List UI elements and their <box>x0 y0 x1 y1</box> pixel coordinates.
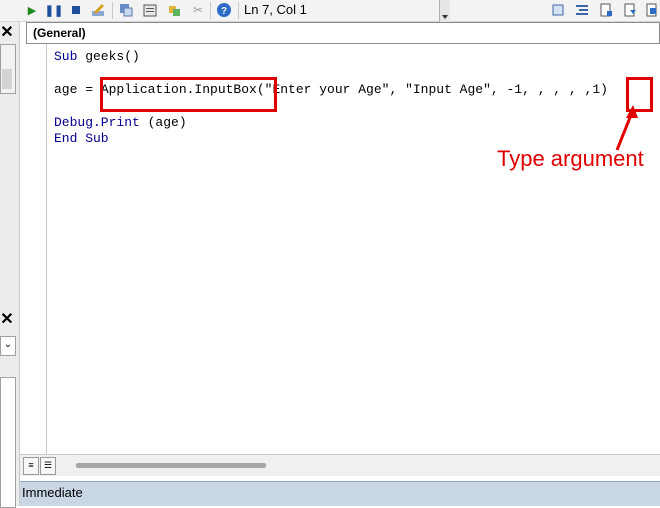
chevron-down-icon[interactable]: ⌄ <box>0 336 16 356</box>
toggle-bookmark-icon[interactable] <box>598 2 614 18</box>
cursor-position-status: Ln 7, Col 1 <box>244 2 307 17</box>
annotation-label: Type argument <box>497 146 644 171</box>
immediate-window-title: Immediate <box>22 485 83 500</box>
clear-bookmarks-icon[interactable] <box>644 2 660 18</box>
procedure-dropdown-value: (General) <box>33 26 86 40</box>
properties-list[interactable] <box>0 377 16 508</box>
close-icon[interactable]: ✕ <box>0 25 14 41</box>
code-line-debug-print: Debug.Print (age) <box>54 115 187 130</box>
left-docked-pane: ✕ ✕ ⌄ <box>0 22 20 508</box>
object-browser-icon[interactable] <box>166 2 182 18</box>
procedure-dropdown[interactable]: (General) <box>26 22 660 44</box>
properties-icon[interactable] <box>142 2 158 18</box>
code-line-sub: Sub geeks() <box>54 49 140 64</box>
toolbox-icon[interactable]: ✂ <box>190 2 206 18</box>
procedure-view-button[interactable]: ≡ <box>23 457 39 475</box>
code-line-end-sub: End Sub <box>54 131 109 146</box>
inputbox-highlight-box <box>100 77 277 112</box>
type-argument-value: 1 <box>592 82 601 97</box>
svg-text:?: ? <box>221 6 227 17</box>
help-icon[interactable]: ? <box>216 2 232 18</box>
reset-icon[interactable] <box>68 2 84 18</box>
toolbar-dropdown-arrow[interactable] <box>439 0 450 22</box>
break-icon[interactable]: ❚❚ <box>45 2 63 18</box>
outdent-icon[interactable] <box>574 2 590 18</box>
code-window-bottom-bar: ≡ ☰ <box>20 454 660 476</box>
margin-indicator-bar <box>46 44 47 454</box>
project-explorer-icon[interactable] <box>118 2 134 18</box>
next-bookmark-icon[interactable] <box>622 2 638 18</box>
design-mode-icon[interactable] <box>90 2 106 18</box>
left-pane-scrollbar[interactable] <box>0 44 16 94</box>
toolbar: ▶ ❚❚ ✂ ? Ln 7, Col 1 <box>0 0 660 22</box>
indent-icon[interactable] <box>550 2 566 18</box>
run-icon[interactable]: ▶ <box>24 2 40 18</box>
full-module-view-button[interactable]: ☰ <box>40 457 56 475</box>
close-icon[interactable]: ✕ <box>0 312 14 328</box>
immediate-window-titlebar[interactable]: Immediate <box>20 481 660 506</box>
horizontal-scrollbar-thumb[interactable] <box>76 463 266 468</box>
